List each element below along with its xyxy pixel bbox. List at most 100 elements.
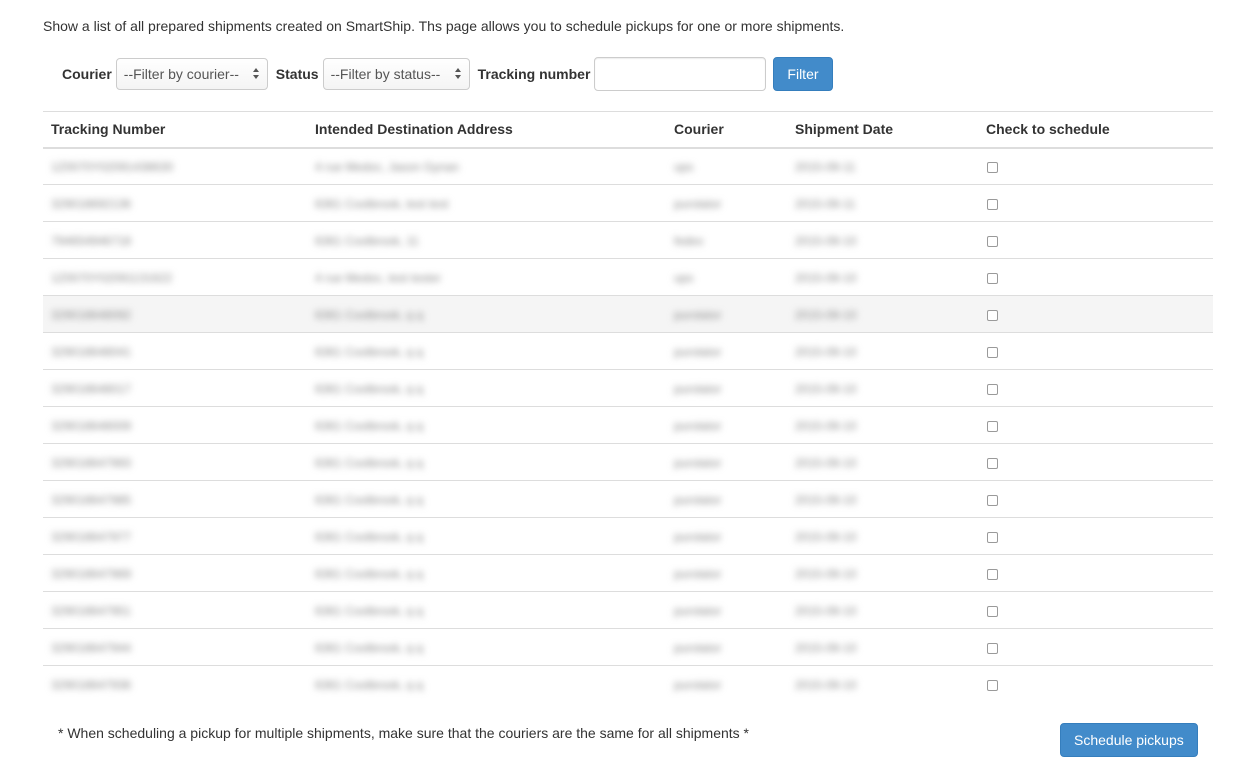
courier-cell-text: purolator	[674, 345, 722, 359]
shipment-date-cell: 2015-09-10	[787, 295, 978, 333]
schedule-checkbox-cell	[978, 147, 1213, 185]
destination-address-cell-text: 6361 Coolbrook, q q	[315, 382, 424, 396]
tracking-number-cell-text: 329018647951	[51, 604, 132, 618]
column-header: Tracking Number	[43, 111, 307, 149]
schedule-checkbox[interactable]	[987, 642, 998, 654]
shipment-date-cell-text: 2015-09-10	[795, 567, 857, 581]
status-select[interactable]: --Filter by status--	[322, 58, 470, 90]
schedule-checkbox-cell	[978, 332, 1213, 370]
tracking-number-cell: 1Z0070Y02091131622	[43, 258, 307, 296]
schedule-checkbox[interactable]	[987, 605, 998, 617]
schedule-checkbox[interactable]	[987, 309, 998, 321]
schedule-checkbox-cell	[978, 295, 1213, 333]
schedule-checkbox[interactable]	[987, 457, 998, 469]
shipment-date-cell: 2015-09-10	[787, 369, 978, 407]
tracking-number-cell-text: 329018647993	[51, 456, 132, 470]
tracking-number-cell-text: 329018647969	[51, 567, 132, 581]
table-body: 1Z0070Y02091438630 4 rue Medoc, Jason Gyn…	[43, 147, 1213, 703]
shipment-date-cell: 2015-09-10	[787, 591, 978, 629]
schedule-checkbox[interactable]	[987, 531, 998, 543]
shipment-date-cell-text: 2015-09-10	[795, 678, 857, 693]
tracking-number-cell-text: 794654946718	[51, 234, 132, 248]
shipment-date-cell: 2015-09-10	[787, 332, 978, 370]
destination-address-cell-text: 6361 Coolbrook, q q	[315, 641, 424, 655]
courier-cell: purolator	[666, 628, 787, 666]
tracking-number-cell-text: 1Z0070Y02091438630	[51, 160, 174, 175]
courier-cell-text: purolator	[674, 382, 722, 396]
schedule-checkbox-cell	[978, 517, 1213, 555]
courier-cell: ups	[666, 147, 787, 185]
courier-cell-text: purolator	[674, 604, 722, 618]
tracking-number-input[interactable]	[594, 57, 767, 91]
schedule-checkbox[interactable]	[987, 346, 998, 358]
courier-cell-text: purolator	[674, 308, 722, 322]
shipment-date-cell-text: 2015-09-11	[795, 197, 856, 211]
destination-address-cell: 4 rue Medoc, Jason Gynan	[307, 147, 666, 185]
schedule-checkbox[interactable]	[987, 383, 998, 395]
destination-address-cell-text: 6361 Coolbrook, 11	[315, 234, 419, 248]
courier-cell: purolator	[666, 591, 787, 629]
tracking-number-cell-text: 329018648092	[51, 308, 132, 322]
shipment-date-cell: 2015-09-10	[787, 406, 978, 444]
courier-cell-text: ups	[674, 271, 694, 285]
tracking-number-cell-text: 329018648009	[51, 419, 132, 433]
destination-address-cell-text: 6361 Coolbrook, test test	[315, 197, 449, 211]
table-row: 329018648009 6361 Coolbrook, q q purolator…	[43, 406, 1213, 444]
schedule-checkbox-cell	[978, 184, 1213, 222]
courier-cell: purolator	[666, 665, 787, 703]
table-row: 329018647936 6361 Coolbrook, q q purolator…	[43, 665, 1213, 703]
schedule-checkbox[interactable]	[987, 235, 998, 247]
destination-address-cell-text: 6361 Coolbrook, q q	[315, 567, 424, 581]
shipment-date-cell: 2015-09-10	[787, 443, 978, 481]
table-row: 329018648041 6361 Coolbrook, q q purolator…	[43, 332, 1213, 370]
table-row: 329018647951 6361 Coolbrook, q q purolator…	[43, 591, 1213, 629]
destination-address-cell: 6361 Coolbrook, q q	[307, 443, 666, 481]
select-arrows-icon	[252, 67, 261, 81]
status-label: Status	[275, 66, 319, 82]
schedule-checkbox-cell	[978, 628, 1213, 666]
courier-select[interactable]: --Filter by courier--	[115, 58, 268, 90]
shipment-date-cell: 2015-09-11	[787, 147, 978, 185]
filter-bar: Courier --Filter by courier-- Status --F…	[62, 57, 833, 91]
schedule-checkbox[interactable]	[987, 568, 998, 580]
destination-address-cell: 6361 Coolbrook, q q	[307, 665, 666, 703]
courier-cell: purolator	[666, 295, 787, 333]
tracking-number-cell: 329018647951	[43, 591, 307, 629]
destination-address-cell: 6361 Coolbrook, q q	[307, 517, 666, 555]
schedule-checkbox-cell	[978, 480, 1213, 518]
destination-address-cell-text: 6361 Coolbrook, q q	[315, 345, 424, 359]
courier-cell: purolator	[666, 443, 787, 481]
shipment-date-cell-text: 2015-09-10	[795, 234, 857, 248]
courier-cell: ups	[666, 258, 787, 296]
schedule-checkbox-cell	[978, 221, 1213, 259]
table-row: 329018648017 6361 Coolbrook, q q purolator…	[43, 369, 1213, 407]
schedule-checkbox[interactable]	[987, 680, 998, 692]
schedule-checkbox[interactable]	[987, 162, 998, 174]
destination-address-cell-text: 6361 Coolbrook, q q	[315, 419, 424, 433]
destination-address-cell: 6361 Coolbrook, q q	[307, 295, 666, 333]
shipment-date-cell-text: 2015-09-10	[795, 345, 857, 359]
schedule-checkbox[interactable]	[987, 420, 998, 432]
destination-address-cell-text: 6361 Coolbrook, q q	[315, 530, 424, 544]
table-row: 1Z0070Y02091131622 4 rue Medoc, test test…	[43, 258, 1213, 296]
tracking-number-cell: 329018647944	[43, 628, 307, 666]
shipment-date-cell-text: 2015-09-10	[795, 271, 857, 285]
schedule-checkbox[interactable]	[987, 494, 998, 506]
destination-address-cell-text: 4 rue Medoc, test tester	[315, 271, 442, 285]
shipment-date-cell: 2015-09-10	[787, 221, 978, 259]
schedule-pickups-button[interactable]: Schedule pickups	[1060, 723, 1198, 757]
courier-cell: purolator	[666, 332, 787, 370]
filter-button[interactable]: Filter	[773, 57, 833, 91]
tracking-number-cell: 329018647936	[43, 665, 307, 703]
schedule-checkbox[interactable]	[987, 272, 998, 284]
courier-cell-text: purolator	[674, 197, 722, 211]
schedule-checkbox-cell	[978, 591, 1213, 629]
courier-cell-text: purolator	[674, 456, 722, 470]
tracking-number-cell-text: 329018647985	[51, 493, 132, 507]
table-row: 329018647985 6361 Coolbrook, q q purolator…	[43, 480, 1213, 518]
shipment-date-cell: 2015-09-10	[787, 480, 978, 518]
table-row: 794654946718 6361 Coolbrook, 11 fedex 2015-…	[43, 221, 1213, 259]
destination-address-cell-text: 6361 Coolbrook, q q	[315, 493, 424, 507]
schedule-checkbox[interactable]	[987, 198, 998, 210]
table-row: 329018647944 6361 Coolbrook, q q purolator…	[43, 628, 1213, 666]
